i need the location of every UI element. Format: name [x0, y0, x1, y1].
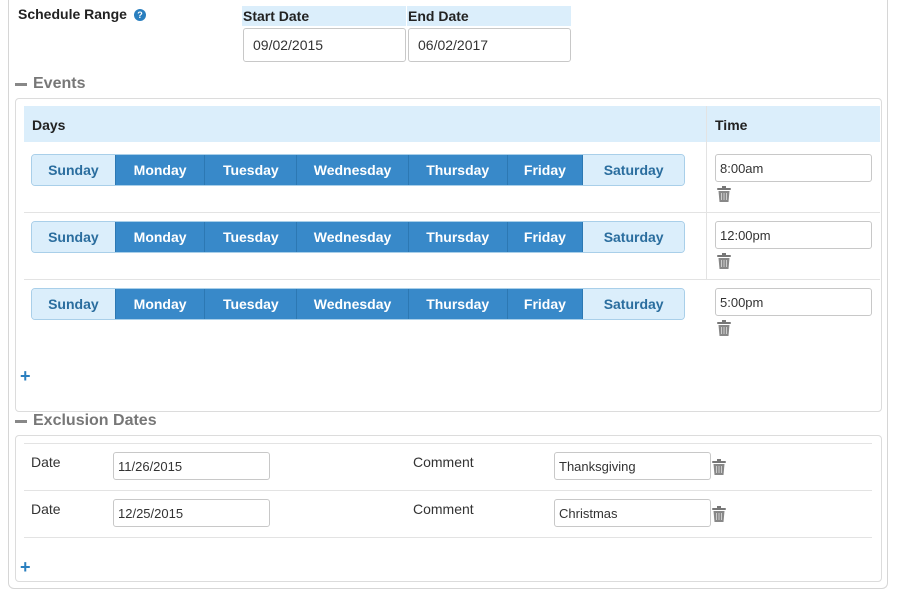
day-toggle-friday[interactable]: Friday	[507, 155, 584, 185]
exclusion-comment-input[interactable]: Christmas	[554, 499, 711, 527]
day-toggle-friday[interactable]: Friday	[507, 289, 584, 319]
row-divider	[24, 443, 872, 444]
events-panel	[15, 98, 882, 412]
end-date-input[interactable]: 06/02/2017	[408, 28, 571, 62]
events-section-title: Events	[33, 75, 86, 92]
trash-icon[interactable]	[717, 186, 731, 202]
exclusion-comment-input[interactable]: Thanksgiving	[554, 452, 711, 480]
time-input[interactable]: 12:00pm	[715, 221, 872, 249]
exclusions-section-toggle[interactable]: Exclusion Dates	[15, 412, 157, 430]
day-toggle-saturday[interactable]: Saturday	[583, 222, 684, 252]
day-toggle-thursday[interactable]: Thursday	[408, 155, 508, 185]
events-section-toggle[interactable]: Events	[15, 75, 85, 93]
row-divider	[24, 537, 872, 538]
schedule-range-label: Schedule Range	[18, 6, 127, 22]
trash-icon[interactable]	[712, 459, 726, 475]
day-toggle-monday[interactable]: Monday	[115, 222, 206, 252]
day-toggle-thursday[interactable]: Thursday	[408, 222, 508, 252]
day-toggle-wednesday[interactable]: Wednesday	[297, 155, 409, 185]
day-toggle-wednesday[interactable]: Wednesday	[297, 222, 409, 252]
day-toggle-tuesday[interactable]: Tuesday	[205, 289, 298, 319]
day-toggle-thursday[interactable]: Thursday	[408, 289, 508, 319]
day-toggle-friday[interactable]: Friday	[507, 222, 584, 252]
exclusion-date-input[interactable]: 12/25/2015	[113, 499, 270, 527]
trash-icon[interactable]	[717, 253, 731, 269]
time-input[interactable]: 5:00pm	[715, 288, 872, 316]
row-divider	[24, 490, 872, 491]
exclusion-date-input[interactable]: 11/26/2015	[113, 452, 270, 480]
add-event-button[interactable]: +	[20, 367, 31, 385]
time-column-header: Time	[707, 106, 880, 142]
trash-icon[interactable]	[712, 506, 726, 522]
comment-label: Comment	[413, 454, 474, 470]
day-toggle-saturday[interactable]: Saturday	[583, 155, 684, 185]
days-column-header: Days	[24, 106, 706, 142]
column-divider	[706, 106, 707, 280]
day-toggle-sunday[interactable]: Sunday	[32, 222, 116, 252]
exclusions-section-title: Exclusion Dates	[33, 412, 157, 429]
day-toggle-saturday[interactable]: Saturday	[583, 289, 684, 319]
day-selector: Sunday Monday Tuesday Wednesday Thursday Frid…	[31, 154, 685, 186]
day-toggle-wednesday[interactable]: Wednesday	[297, 289, 409, 319]
day-toggle-tuesday[interactable]: Tuesday	[205, 222, 298, 252]
date-label: Date	[31, 501, 61, 517]
time-input[interactable]: 8:00am	[715, 154, 872, 182]
trash-icon[interactable]	[717, 320, 731, 336]
day-toggle-monday[interactable]: Monday	[115, 289, 206, 319]
row-divider	[24, 279, 880, 280]
start-date-input[interactable]: 09/02/2015	[243, 28, 406, 62]
end-date-header: End Date	[407, 6, 571, 26]
day-toggle-tuesday[interactable]: Tuesday	[205, 155, 298, 185]
comment-label: Comment	[413, 501, 474, 517]
day-toggle-sunday[interactable]: Sunday	[32, 155, 116, 185]
row-divider	[24, 212, 880, 213]
day-selector: Sunday Monday Tuesday Wednesday Thursday Frid…	[31, 221, 685, 253]
day-toggle-sunday[interactable]: Sunday	[32, 289, 116, 319]
day-toggle-monday[interactable]: Monday	[115, 155, 206, 185]
minus-icon	[15, 82, 27, 86]
add-exclusion-button[interactable]: +	[20, 558, 31, 576]
day-selector: Sunday Monday Tuesday Wednesday Thursday Frid…	[31, 288, 685, 320]
date-label: Date	[31, 454, 61, 470]
minus-icon	[15, 419, 27, 423]
start-date-header: Start Date	[242, 6, 406, 26]
help-icon[interactable]: ?	[134, 9, 146, 21]
